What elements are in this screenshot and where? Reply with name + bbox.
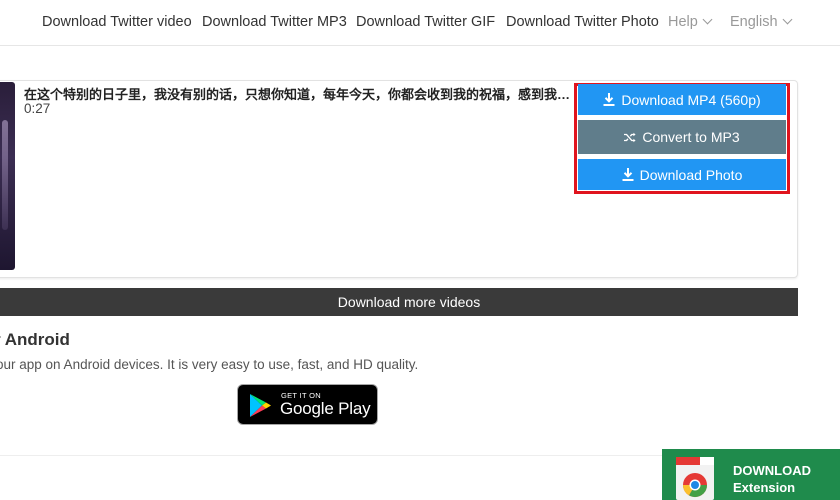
top-navigation: Download Twitter video Download Twitter … [0,0,840,46]
chevron-down-icon [782,14,793,25]
nav-language-label: English [730,14,778,30]
video-duration: 0:27 [24,101,51,116]
nav-download-twitter-video[interactable]: Download Twitter video [42,14,192,30]
convert-mp3-label: Convert to MP3 [642,129,740,145]
android-description: our app on Android devices. It is very e… [0,357,419,372]
nav-download-twitter-photo[interactable]: Download Twitter Photo [506,14,659,30]
download-more-videos-button[interactable]: Download more videos [0,288,798,316]
download-extension-badge[interactable]: DOWNLOAD Extension [662,449,840,500]
download-icon [622,168,634,181]
convert-mp3-button[interactable]: Convert to MP3 [578,120,786,154]
google-play-icon [250,394,271,417]
download-mp4-button[interactable]: Download MP4 (560p) [578,84,786,115]
chevron-down-icon [702,14,713,25]
chrome-extension-icon [676,457,714,500]
nav-download-twitter-mp3[interactable]: Download Twitter MP3 [202,14,347,30]
nav-language-dropdown[interactable]: English [730,14,793,30]
download-photo-label: Download Photo [639,166,743,183]
video-title: 在这个特别的日子里，我没有别的话，只想你知道，每年今天，你都会收到我的祝福，感到… [24,87,574,102]
google-play-badge[interactable]: GET IT ON Google Play [237,384,378,425]
download-icon [603,93,615,106]
nav-help-dropdown[interactable]: Help [668,14,713,30]
google-play-big-text: Google Play [280,399,371,418]
shuffle-icon [624,132,636,142]
download-more-label: Download more videos [337,294,481,310]
download-mp4-label: Download MP4 (560p) [621,91,761,108]
download-photo-button[interactable]: Download Photo [578,159,786,190]
nav-help-label: Help [668,14,698,30]
extension-line1: DOWNLOAD [733,463,811,478]
extension-line2: Extension [733,480,796,495]
nav-download-twitter-gif[interactable]: Download Twitter GIF [356,14,495,30]
video-thumbnail-highlight [2,120,8,230]
android-heading: r Android [0,330,70,349]
